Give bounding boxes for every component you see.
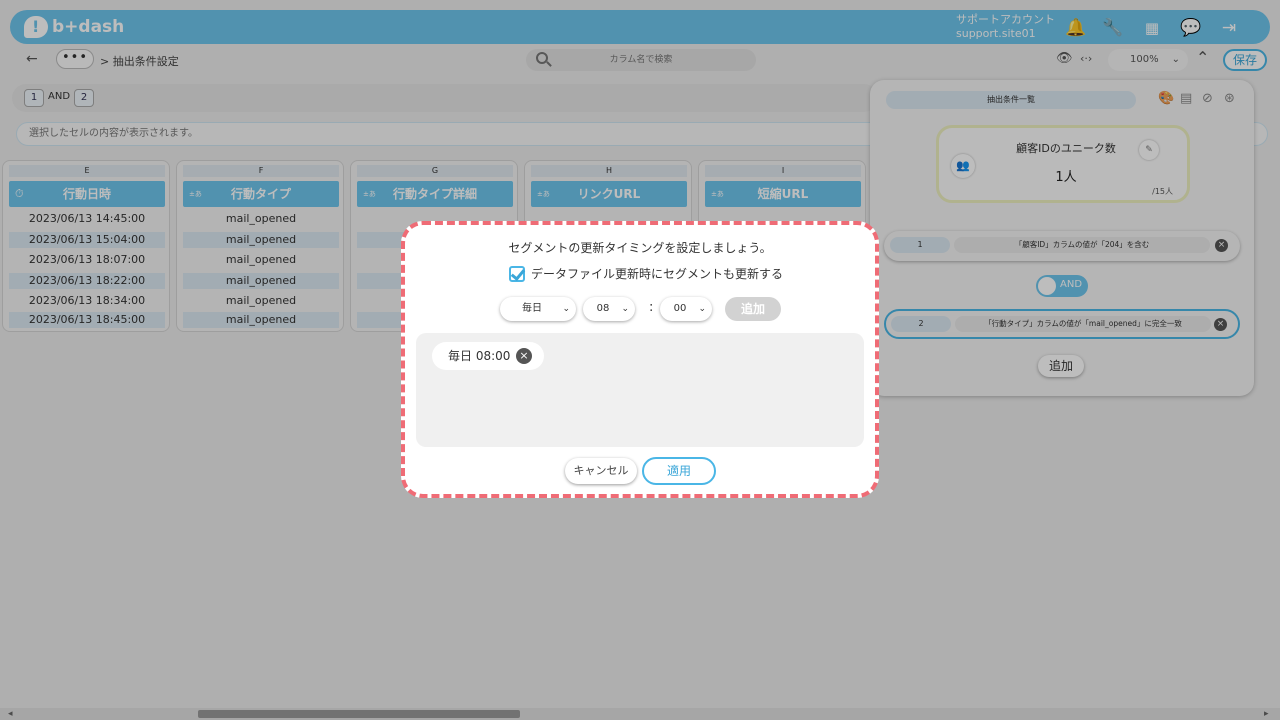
minute-value: 00 bbox=[673, 303, 687, 314]
chevron-down-icon: ⌄ bbox=[562, 304, 570, 314]
segment-update-timing-dialog: セグメントの更新タイミングを設定しましょう。 データファイル更新時にセグメントも… bbox=[401, 221, 879, 498]
schedule-list: 毎日 08:00 × bbox=[416, 333, 864, 447]
cancel-button[interactable]: キャンセル bbox=[565, 458, 637, 484]
chevron-down-icon: ⌄ bbox=[698, 304, 706, 314]
frequency-value: 毎日 bbox=[522, 303, 542, 314]
frequency-select[interactable]: 毎日 ⌄ bbox=[500, 297, 576, 321]
minute-select[interactable]: 00 ⌄ bbox=[660, 297, 712, 321]
time-separator: : bbox=[649, 300, 654, 315]
apply-button[interactable]: 適用 bbox=[642, 457, 716, 485]
checkbox-checked-icon[interactable] bbox=[509, 265, 525, 282]
dialog-title: セグメントの更新タイミングを設定しましょう。 bbox=[508, 241, 772, 255]
hour-select[interactable]: 08 ⌄ bbox=[583, 297, 635, 321]
hour-value: 08 bbox=[596, 303, 610, 314]
chevron-down-icon: ⌄ bbox=[621, 304, 629, 314]
schedule-chip: 毎日 08:00 × bbox=[432, 342, 544, 370]
update-on-file-checkbox-row[interactable]: データファイル更新時にセグメントも更新する bbox=[509, 265, 783, 282]
add-schedule-button[interactable]: 追加 bbox=[725, 297, 781, 321]
schedule-chip-label: 毎日 08:00 bbox=[448, 349, 511, 363]
close-icon[interactable]: × bbox=[516, 348, 532, 364]
checkbox-label: データファイル更新時にセグメントも更新する bbox=[531, 267, 784, 281]
